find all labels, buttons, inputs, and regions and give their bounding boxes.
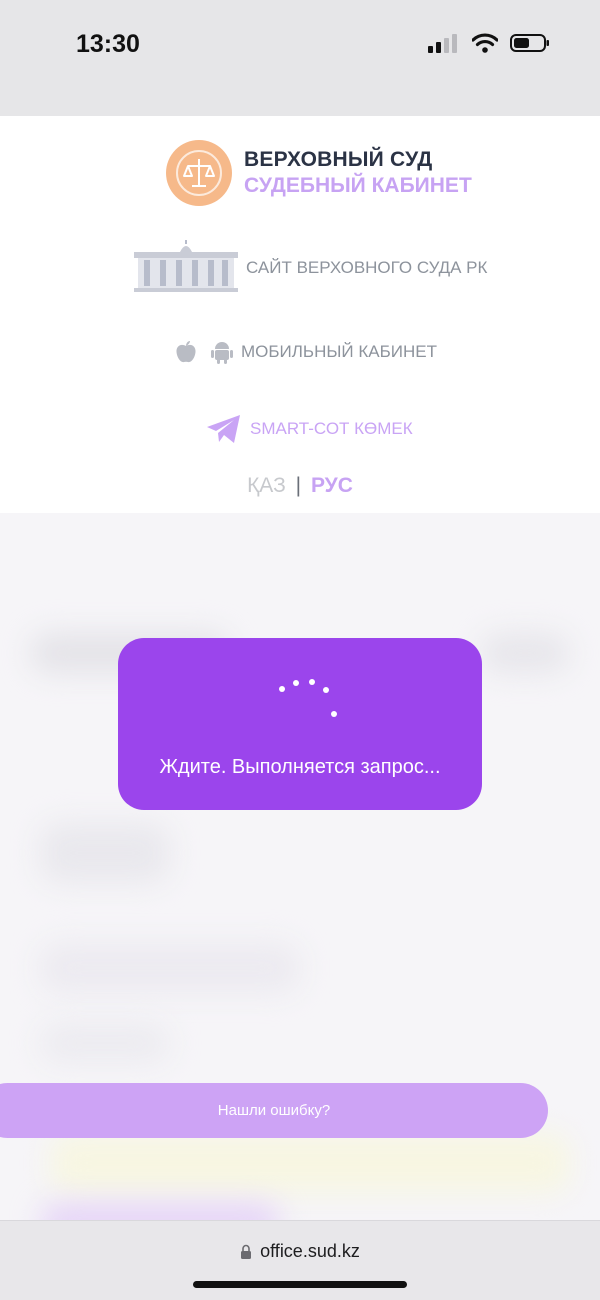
brand-title: ВЕРХОВНЫЙ СУД: [244, 148, 433, 171]
lang-kaz-option[interactable]: ҚАЗ: [247, 474, 286, 497]
language-switcher: ҚАЗ | РУС: [0, 474, 600, 498]
report-error-button[interactable]: Нашли ошибку?: [0, 1083, 548, 1138]
url-text: office.sud.kz: [260, 1241, 360, 1261]
home-indicator[interactable]: [193, 1281, 407, 1288]
lang-separator: |: [295, 474, 302, 497]
android-icon: [211, 342, 233, 364]
loading-message: Ждите. Выполняется запрос...: [159, 756, 441, 778]
smart-sot-help-label: SMART-СОТ КӨМЕК: [250, 419, 413, 438]
smart-sot-help-link[interactable]: SMART-СОТ КӨМЕК: [206, 414, 413, 444]
status-time: 13:30: [76, 30, 140, 58]
mobile-cabinet-label: МОБИЛЬНЫЙ КАБИНЕТ: [241, 342, 437, 361]
loading-spinner-icon: [118, 638, 482, 738]
browser-url-bar[interactable]: office.sud.kz: [0, 1220, 600, 1300]
battery-icon: [510, 34, 549, 52]
status-bar: 13:30: [0, 0, 600, 116]
lock-icon: [241, 1244, 252, 1259]
address-field[interactable]: office.sud.kz: [0, 1241, 600, 1262]
court-emblem-logo: [166, 140, 232, 206]
brand-subtitle: СУДЕБНЫЙ КАБИНЕТ: [244, 174, 472, 197]
wifi-icon: [472, 33, 498, 53]
cellular-signal-icon: [428, 34, 457, 53]
lang-rus-option[interactable]: РУС: [311, 474, 353, 497]
loading-modal: Ждите. Выполняется запрос...: [118, 638, 482, 810]
telegram-icon: [207, 415, 240, 443]
brand[interactable]: ВЕРХОВНЫЙ СУД СУДЕБНЫЙ КАБИНЕТ: [166, 140, 472, 206]
apple-icon: [176, 341, 196, 363]
mobile-cabinet-link[interactable]: МОБИЛЬНЫЙ КАБИНЕТ: [175, 340, 437, 364]
site-header: ВЕРХОВНЫЙ СУД СУДЕБНЫЙ КАБИНЕТ САЙТ ВЕРХ…: [0, 116, 600, 513]
status-icons: [428, 33, 550, 53]
supreme-court-site-link[interactable]: САЙТ ВЕРХОВНОГО СУДА РК: [134, 240, 487, 296]
courthouse-icon: [134, 240, 238, 292]
supreme-court-site-label: САЙТ ВЕРХОВНОГО СУДА РК: [246, 258, 488, 277]
